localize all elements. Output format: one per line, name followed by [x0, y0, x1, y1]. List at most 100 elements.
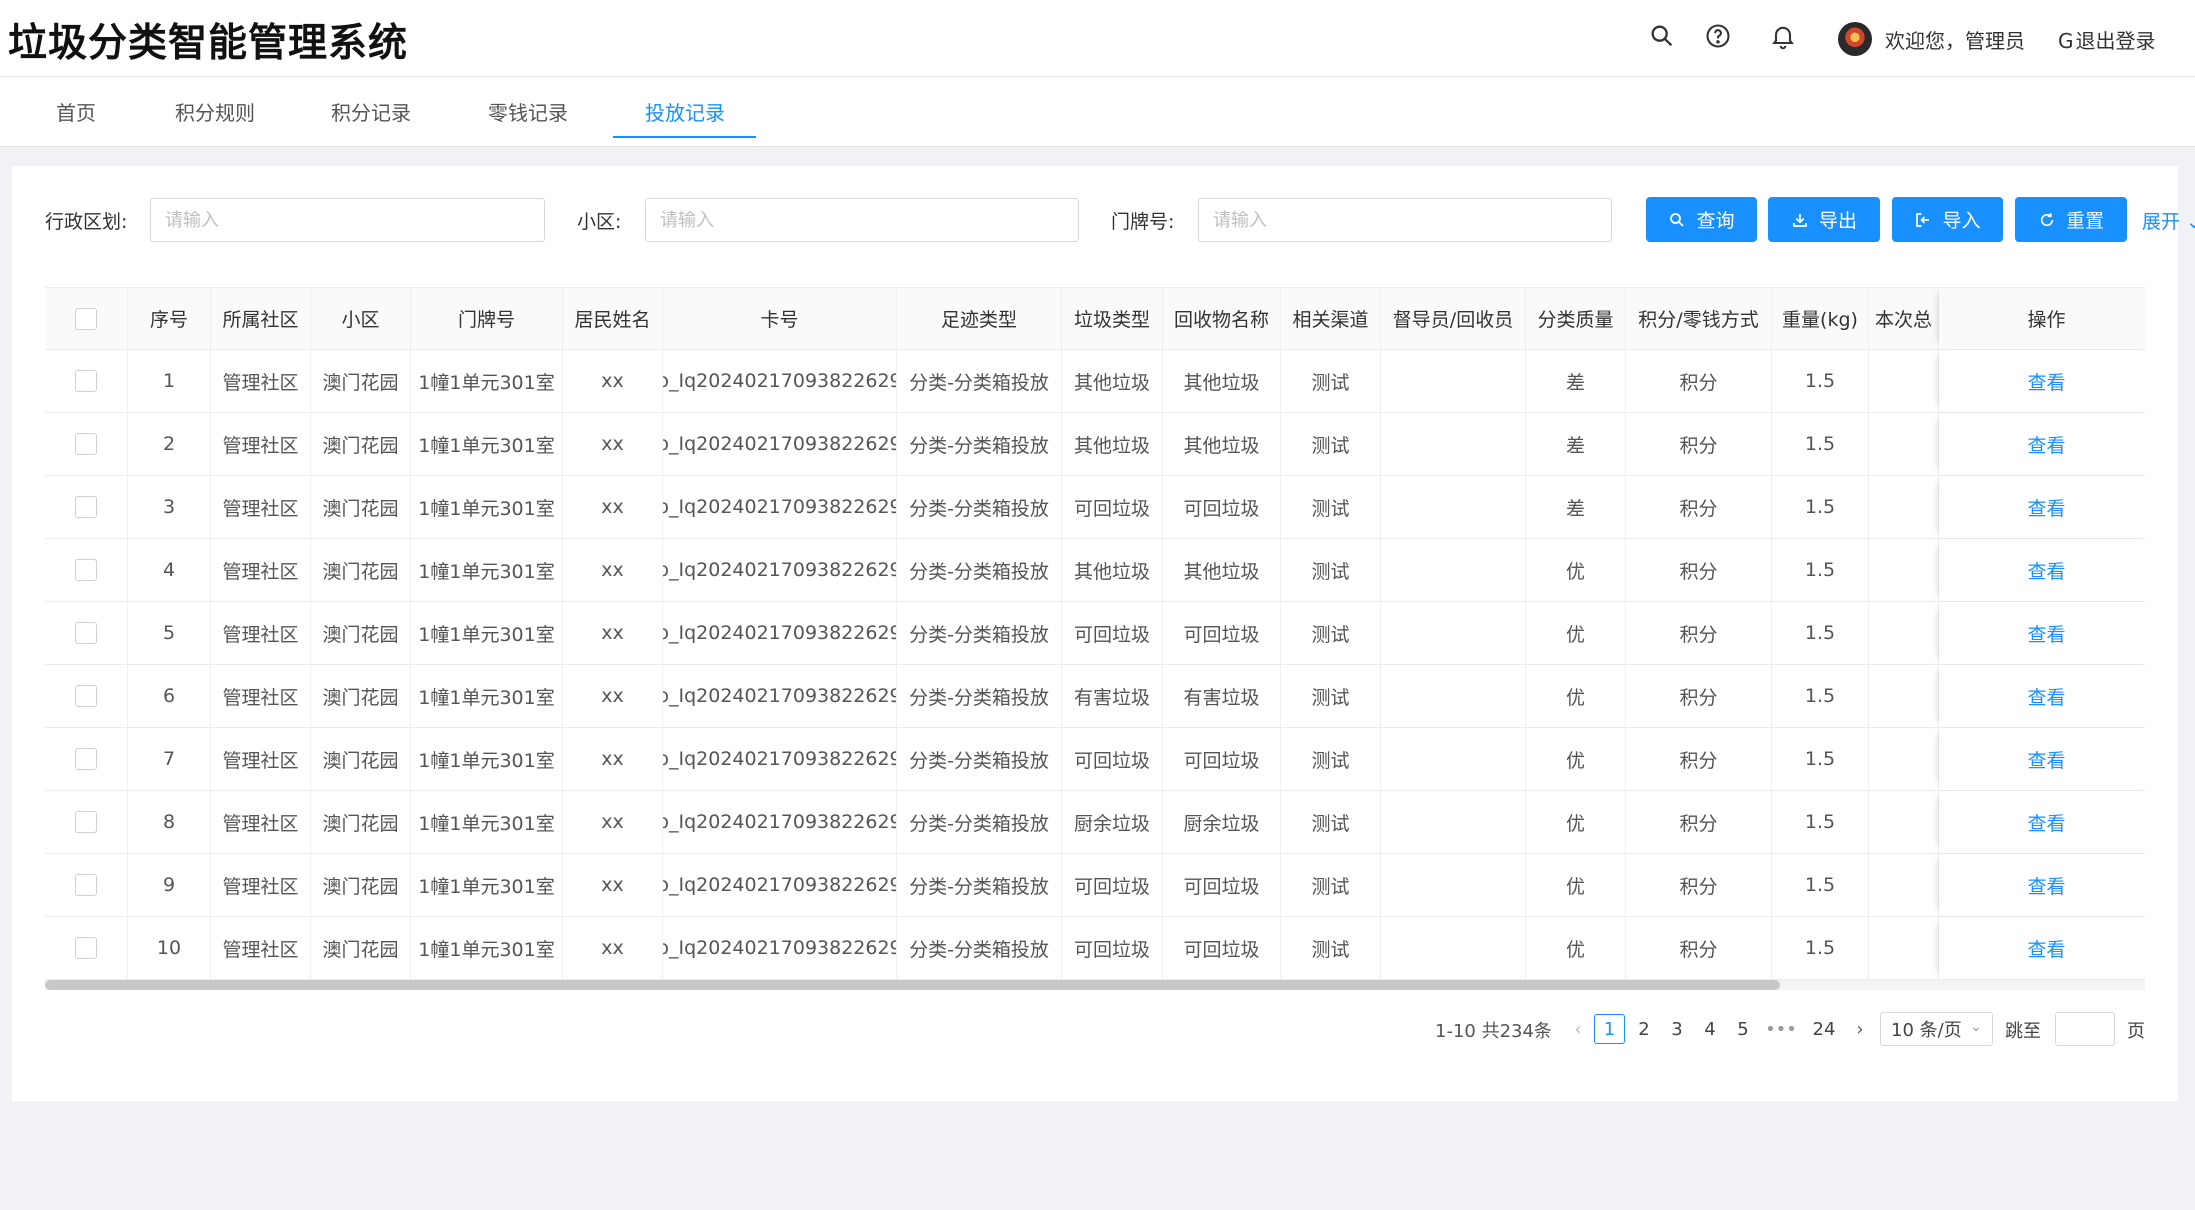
cell-col-weight: 1.5	[1772, 602, 1869, 664]
cell-col-method: 积分	[1626, 413, 1772, 475]
table-row[interactable]: 8 管理社区 澳门花园 1幢1单元301室 xx o_Iq2024021709382262…	[45, 791, 2145, 854]
query-button[interactable]: 查询	[1646, 197, 1757, 242]
table-row[interactable]: 9 管理社区 澳门花园 1幢1单元301室 xx o_Iq2024021709382262…	[45, 854, 2145, 917]
view-link[interactable]: 查看	[2027, 494, 2065, 521]
cell-col-community: 管理社区	[211, 539, 311, 601]
table-row[interactable]: 10 管理社区 澳门花园 1幢1单元301室 xx o_Iq202402170938226…	[45, 917, 2145, 980]
cell-col-quality: 优	[1526, 917, 1626, 979]
table-row[interactable]: 5 管理社区 澳门花园 1幢1单元301室 xx o_Iq2024021709382262…	[45, 602, 2145, 665]
cell-col-method: 积分	[1626, 917, 1772, 979]
cell-col-weight: 1.5	[1772, 791, 1869, 853]
reset-button[interactable]: 重置	[2015, 197, 2127, 242]
app-title: 垃圾分类智能管理系统	[8, 21, 409, 66]
tab-points-records[interactable]: 积分记录	[331, 97, 411, 126]
district-input[interactable]	[150, 198, 545, 242]
header-col-channel: 相关渠道	[1281, 288, 1381, 349]
row-checkbox[interactable]	[75, 811, 97, 833]
bell-icon[interactable]	[1769, 22, 1797, 50]
view-link[interactable]: 查看	[2027, 620, 2065, 647]
page-ellipsis[interactable]: •••	[1763, 1014, 1799, 1044]
action-cell: 查看	[1939, 413, 2145, 475]
header-col-method: 积分/零钱方式	[1626, 288, 1772, 349]
select-all-checkbox[interactable]	[75, 307, 97, 330]
view-link[interactable]: 查看	[2027, 935, 2065, 962]
cell-col-channel: 测试	[1281, 791, 1381, 853]
view-link[interactable]: 查看	[2027, 368, 2065, 395]
header-col-door: 门牌号	[411, 288, 563, 349]
row-checkbox[interactable]	[75, 433, 97, 455]
cell-col-item: 可回垃圾	[1163, 476, 1281, 538]
logout-button[interactable]: G 退出登录	[2058, 25, 2156, 54]
horizontal-scrollbar[interactable]	[45, 980, 2145, 990]
row-checkbox[interactable]	[75, 496, 97, 518]
header-col-track: 足迹类型	[897, 288, 1062, 349]
view-link[interactable]: 查看	[2027, 809, 2065, 836]
table-row[interactable]: 6 管理社区 澳门花园 1幢1单元301室 xx o_Iq2024021709382262…	[45, 665, 2145, 728]
prev-page-button[interactable]: ‹	[1564, 1014, 1592, 1044]
cell-col-community: 管理社区	[211, 413, 311, 475]
view-link[interactable]: 查看	[2027, 431, 2065, 458]
page-4[interactable]: 4	[1696, 1014, 1724, 1044]
cell-col-quality: 优	[1526, 791, 1626, 853]
export-button[interactable]: 导出	[1768, 197, 1880, 242]
page-1[interactable]: 1	[1594, 1014, 1625, 1044]
scrollbar-thumb[interactable]	[45, 980, 1780, 990]
tab-drop-records[interactable]: 投放记录	[645, 97, 725, 126]
search-icon[interactable]	[1648, 22, 1676, 50]
cell-col-track: 分类-分类箱投放	[897, 413, 1062, 475]
expand-link[interactable]: 展开 ⌄	[2142, 207, 2195, 234]
table-row[interactable]: 4 管理社区 澳门花园 1幢1单元301室 xx o_Iq2024021709382262…	[45, 539, 2145, 602]
cell-col-community: 管理社区	[211, 665, 311, 727]
row-checkbox[interactable]	[75, 874, 97, 896]
header-col-no: 序号	[128, 288, 211, 349]
page-size-select[interactable]: 10 条/页 ⌄	[1880, 1012, 1993, 1046]
row-select-cell	[45, 413, 128, 475]
view-link[interactable]: 查看	[2027, 557, 2065, 584]
tab-change-records[interactable]: 零钱记录	[488, 97, 568, 126]
table-row[interactable]: 3 管理社区 澳门花园 1幢1单元301室 xx o_Iq2024021709382262…	[45, 476, 2145, 539]
view-link[interactable]: 查看	[2027, 872, 2065, 899]
tab-home[interactable]: 首页	[56, 97, 96, 126]
header-col-quality: 分类质量	[1526, 288, 1626, 349]
cell-col-door: 1幢1单元301室	[411, 413, 563, 475]
cell-col-channel: 测试	[1281, 413, 1381, 475]
page-5[interactable]: 5	[1729, 1014, 1757, 1044]
cell-col-name: xx	[563, 917, 663, 979]
row-select-cell	[45, 665, 128, 727]
community-input[interactable]	[645, 198, 1079, 242]
cell-col-item: 可回垃圾	[1163, 602, 1281, 664]
row-checkbox[interactable]	[75, 937, 97, 959]
cell-col-no: 9	[128, 854, 211, 916]
jump-unit: 页	[2127, 1021, 2145, 1042]
page-3[interactable]: 3	[1663, 1014, 1691, 1044]
help-icon[interactable]	[1704, 22, 1732, 50]
table-row[interactable]: 1 管理社区 澳门花园 1幢1单元301室 xx o_Iq2024021709382262…	[45, 350, 2145, 413]
row-checkbox[interactable]	[75, 622, 97, 644]
page-2[interactable]: 2	[1630, 1014, 1658, 1044]
cell-col-channel: 测试	[1281, 665, 1381, 727]
chevron-down-icon: ⌄	[1970, 1019, 1982, 1035]
row-checkbox[interactable]	[75, 748, 97, 770]
cell-col-name: xx	[563, 665, 663, 727]
cell-col-community: 管理社区	[211, 350, 311, 412]
row-checkbox[interactable]	[75, 370, 97, 392]
avatar[interactable]	[1838, 22, 1872, 56]
table-row[interactable]: 2 管理社区 澳门花园 1幢1单元301室 xx o_Iq2024021709382262…	[45, 413, 2145, 476]
logout-label: 退出登录	[2075, 29, 2156, 53]
next-page-button[interactable]: ›	[1846, 1014, 1874, 1044]
table-row[interactable]: 7 管理社区 澳门花园 1幢1单元301室 xx o_Iq2024021709382262…	[45, 728, 2145, 791]
cell-col-method: 积分	[1626, 791, 1772, 853]
door-input[interactable]	[1198, 198, 1612, 242]
row-select-cell	[45, 854, 128, 916]
tab-points-rules[interactable]: 积分规则	[175, 97, 255, 126]
view-link[interactable]: 查看	[2027, 746, 2065, 773]
row-checkbox[interactable]	[75, 685, 97, 707]
cell-col-quality: 差	[1526, 413, 1626, 475]
row-checkbox[interactable]	[75, 559, 97, 581]
jump-page-input[interactable]	[2055, 1012, 2115, 1046]
records-table: 序号 所属社区 小区 门牌号 居民姓名 卡号 足迹类型 垃圾类型 回收物名称 相关渠道 督导员/回收…	[45, 287, 2145, 980]
page-last[interactable]: 24	[1808, 1014, 1840, 1044]
view-link[interactable]: 查看	[2027, 683, 2065, 710]
import-button[interactable]: 导入	[1892, 197, 2003, 242]
cell-col-method: 积分	[1626, 665, 1772, 727]
